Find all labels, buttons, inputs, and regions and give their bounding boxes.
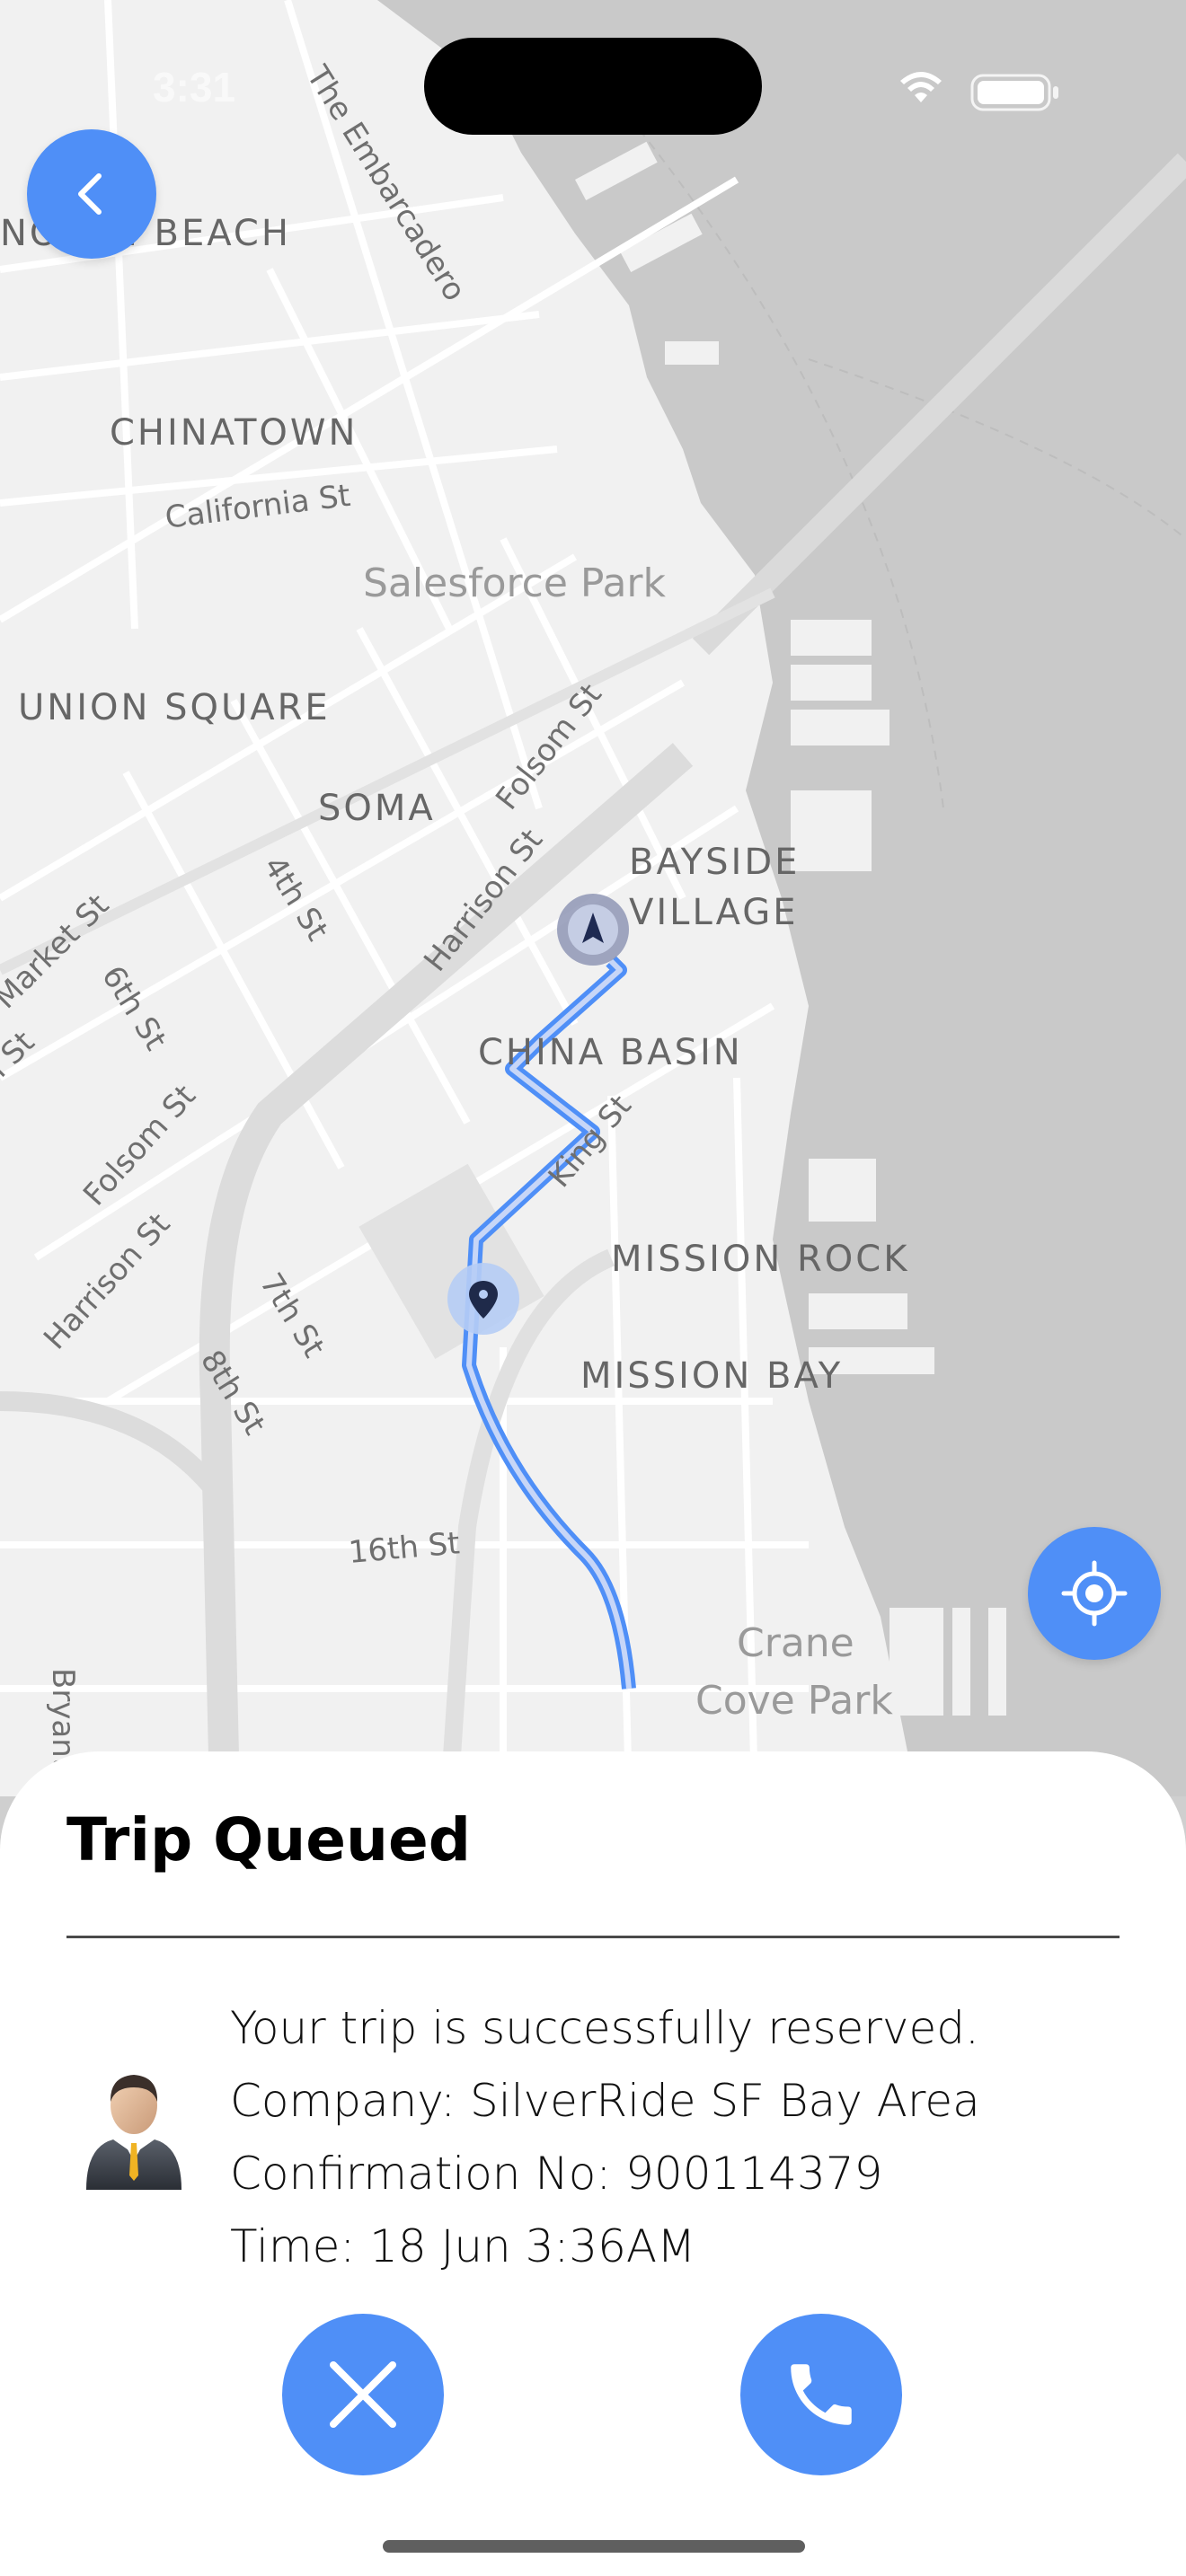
- sheet-divider: [66, 1936, 1120, 1938]
- map-view[interactable]: The Embarcadero NORTH BEACH CHINATOWN Ca…: [0, 0, 1186, 1796]
- map-label-union-square: UNION SQUARE: [18, 687, 331, 728]
- call-driver-button[interactable]: [740, 2314, 902, 2475]
- confirmation-number-line: Confirmation No: 900114379: [230, 2148, 883, 2200]
- battery-icon: [970, 74, 1058, 111]
- dynamic-island: [424, 38, 762, 135]
- map-label-soma: SOMA: [318, 788, 436, 829]
- status-icons: [898, 68, 1078, 117]
- trip-details: Your trip is successfully reserved. Comp…: [230, 1992, 980, 2283]
- cancel-trip-button[interactable]: [282, 2314, 444, 2475]
- crosshair-icon: [1061, 1560, 1128, 1627]
- map-label-china-basin: CHINA BASIN: [478, 1032, 743, 1073]
- map-label-crane: Crane: [737, 1620, 854, 1666]
- company-line: Company: SilverRide SF Bay Area: [230, 2075, 980, 2127]
- map-label-village: VILLAGE: [629, 892, 799, 933]
- sheet-title: Trip Queued: [66, 1805, 472, 1875]
- wifi-icon: [900, 72, 942, 102]
- map-label-bayside: BAYSIDE: [629, 842, 801, 883]
- map-canvas: [0, 0, 1186, 1796]
- map-label-mission-bay: MISSION BAY: [580, 1355, 844, 1397]
- map-label-salesforce-park: Salesforce Park: [363, 560, 666, 606]
- trip-time-line: Time: 18 Jun 3:36AM: [230, 2220, 696, 2272]
- phone-icon: [791, 2364, 852, 2425]
- reservation-message: Your trip is successfully reserved.: [230, 2002, 979, 2054]
- trip-sheet: Trip Queued Your trip is successfully re…: [0, 1751, 1186, 2576]
- status-bar: 3:31: [0, 0, 1186, 135]
- status-time: 3:31: [153, 64, 236, 110]
- close-icon: [330, 2361, 396, 2428]
- map-label-16th-st: 16th St: [347, 1525, 462, 1571]
- back-button[interactable]: [27, 129, 156, 259]
- locate-me-button[interactable]: [1028, 1527, 1161, 1660]
- map-label-chinatown: CHINATOWN: [110, 412, 358, 454]
- businessman-avatar-icon: [86, 2075, 181, 2190]
- chevron-left-icon: [78, 173, 102, 215]
- map-label-mission-rock: MISSION ROCK: [611, 1239, 910, 1280]
- map-label-cove-park: Cove Park: [695, 1678, 893, 1724]
- home-indicator[interactable]: [383, 2540, 805, 2553]
